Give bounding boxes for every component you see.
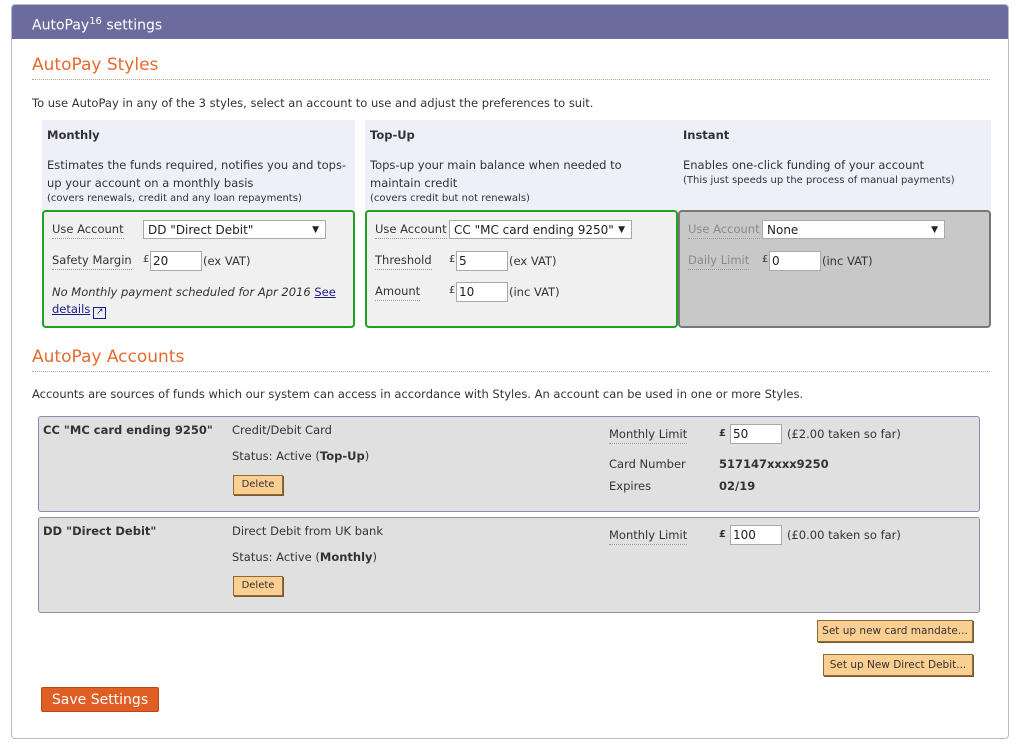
daily-limit-label: Daily Limit	[688, 253, 750, 270]
card-number-value: 517147xxxx9250	[719, 457, 829, 471]
chevron-down-icon: ▼	[931, 225, 938, 235]
chevron-down-icon: ▼	[618, 225, 625, 235]
instant-account-value: None	[767, 223, 799, 237]
account-type: Credit/Debit Card	[232, 423, 332, 437]
style-monthly-name: Monthly	[47, 128, 100, 142]
monthly-limit-currency: £	[719, 529, 726, 540]
use-account-row: Use Account	[688, 222, 760, 239]
style-topup-desc: Tops-up your main balance when needed to…	[370, 158, 622, 190]
expires-label: Expires	[609, 479, 652, 493]
account-name: CC "MC card ending 9250"	[43, 423, 213, 437]
use-account-label: Use Account	[52, 222, 124, 239]
style-instant-desc: Enables one-click funding of your accoun…	[683, 158, 925, 172]
safety-margin-row: Safety Margin	[52, 253, 132, 270]
new-direct-debit-button[interactable]: Set up New Direct Debit...	[823, 654, 973, 676]
threshold-label: Threshold	[375, 253, 432, 270]
topup-account-select[interactable]: CC "MC card ending 9250" ▼	[449, 220, 632, 239]
amount-label: Amount	[375, 284, 421, 301]
status-suffix: )	[372, 550, 378, 564]
monthly-schedule-note: No Monthly payment scheduled for Apr 201…	[52, 284, 342, 319]
style-monthly-note: (covers renewals, credit and any loan re…	[47, 193, 302, 204]
use-account-label: Use Account	[375, 222, 447, 239]
daily-limit-currency: £	[762, 254, 769, 265]
style-instant: Instant Enables one-click funding of you…	[678, 120, 991, 328]
instant-account-select[interactable]: None ▼	[762, 220, 945, 239]
style-instant-note: (This just speeds up the process of manu…	[683, 175, 955, 186]
window-title-sup: 16	[89, 16, 102, 27]
monthly-limit-label: Monthly Limit	[609, 528, 688, 545]
amount-unit: (inc VAT)	[509, 285, 560, 299]
delete-button[interactable]: Delete	[233, 576, 283, 596]
window-titlebar: AutoPay16 settings	[12, 5, 1008, 39]
account-status: Status: Active (Top-Up)	[232, 449, 369, 463]
safety-margin-currency: £	[143, 254, 150, 265]
expires-value: 02/19	[719, 479, 756, 493]
safety-margin-label: Safety Margin	[52, 253, 132, 270]
status-prefix: Status: Active (	[232, 550, 320, 564]
use-account-row: Use Account	[375, 222, 447, 239]
monthly-limit-label: Monthly Limit	[609, 427, 688, 444]
taken-so-far: (£2.00 taken so far)	[787, 427, 901, 441]
style-topup: Top-Up Tops-up your main balance when ne…	[365, 120, 678, 328]
settings-panel: AutoPay16 settings AutoPay Styles To use…	[11, 4, 1009, 739]
window-title-suffix: settings	[101, 17, 163, 34]
use-account-label: Use Account	[688, 222, 760, 239]
status-style: Monthly	[319, 550, 373, 564]
style-instant-header: Instant Enables one-click funding of you…	[678, 120, 991, 212]
new-card-mandate-button[interactable]: Set up new card mandate...	[817, 620, 973, 642]
status-suffix: )	[364, 449, 370, 463]
amount-row: Amount	[375, 284, 421, 301]
monthly-account-select[interactable]: DD "Direct Debit" ▼	[143, 220, 326, 239]
style-instant-name: Instant	[683, 128, 730, 142]
style-topup-note: (covers credit but not renewals)	[370, 193, 530, 204]
schedule-note-text: No Monthly payment scheduled for Apr 201…	[52, 285, 311, 299]
monthly-limit-input[interactable]: 100	[730, 525, 782, 545]
delete-button[interactable]: Delete	[233, 475, 283, 495]
topup-account-value: CC "MC card ending 9250"	[454, 223, 614, 237]
threshold-input[interactable]: 5	[456, 251, 508, 271]
daily-limit-row: Daily Limit	[688, 253, 750, 270]
threshold-row: Threshold	[375, 253, 432, 270]
daily-limit-unit: (inc VAT)	[822, 254, 873, 268]
accounts-intro: Accounts are sources of funds which our …	[32, 387, 804, 401]
taken-so-far: (£0.00 taken so far)	[787, 528, 901, 542]
style-monthly-box: Use Account DD "Direct Debit" ▼ Safety M…	[42, 210, 355, 328]
style-topup-name: Top-Up	[370, 128, 415, 142]
styles-heading: AutoPay Styles	[32, 55, 990, 80]
monthly-account-value: DD "Direct Debit"	[148, 223, 254, 237]
account-type: Direct Debit from UK bank	[232, 524, 384, 538]
status-style: Top-Up	[319, 449, 365, 463]
style-instant-box: Use Account None ▼ Daily Limit £ 0 (inc …	[678, 210, 991, 328]
window-title: AutoPay	[32, 17, 90, 34]
chevron-down-icon: ▼	[312, 225, 319, 235]
accounts-heading: AutoPay Accounts	[32, 347, 990, 372]
safety-margin-input[interactable]: 20	[150, 251, 202, 271]
threshold-currency: £	[449, 254, 456, 265]
style-monthly-desc: Estimates the funds required, notifies y…	[47, 158, 347, 190]
status-prefix: Status: Active (	[232, 449, 320, 463]
account-name: DD "Direct Debit"	[43, 524, 157, 538]
amount-input[interactable]: 10	[456, 282, 508, 302]
styles-intro: To use AutoPay in any of the 3 styles, s…	[32, 96, 594, 110]
monthly-limit-label-text: Monthly Limit	[609, 427, 688, 444]
style-topup-header: Top-Up Tops-up your main balance when ne…	[365, 120, 678, 212]
account-card-dd: DD "Direct Debit" Direct Debit from UK b…	[38, 517, 980, 613]
safety-margin-unit: (ex VAT)	[203, 254, 251, 268]
monthly-limit-input[interactable]: 50	[730, 424, 782, 444]
style-topup-box: Use Account CC "MC card ending 9250" ▼ T…	[365, 210, 678, 328]
external-link-icon[interactable]: ↗	[93, 307, 107, 319]
account-status: Status: Active (Monthly)	[232, 550, 377, 564]
card-number-label: Card Number	[609, 457, 686, 471]
style-monthly: Monthly Estimates the funds required, no…	[42, 120, 355, 328]
monthly-limit-currency: £	[719, 428, 726, 439]
account-card-cc: CC "MC card ending 9250" Credit/Debit Ca…	[38, 416, 980, 512]
daily-limit-input[interactable]: 0	[769, 251, 821, 271]
style-monthly-header: Monthly Estimates the funds required, no…	[42, 120, 355, 212]
use-account-row: Use Account	[52, 222, 124, 239]
threshold-unit: (ex VAT)	[509, 254, 557, 268]
save-settings-button[interactable]: Save Settings	[41, 687, 159, 712]
monthly-limit-label-text: Monthly Limit	[609, 528, 688, 545]
amount-currency: £	[449, 285, 456, 296]
